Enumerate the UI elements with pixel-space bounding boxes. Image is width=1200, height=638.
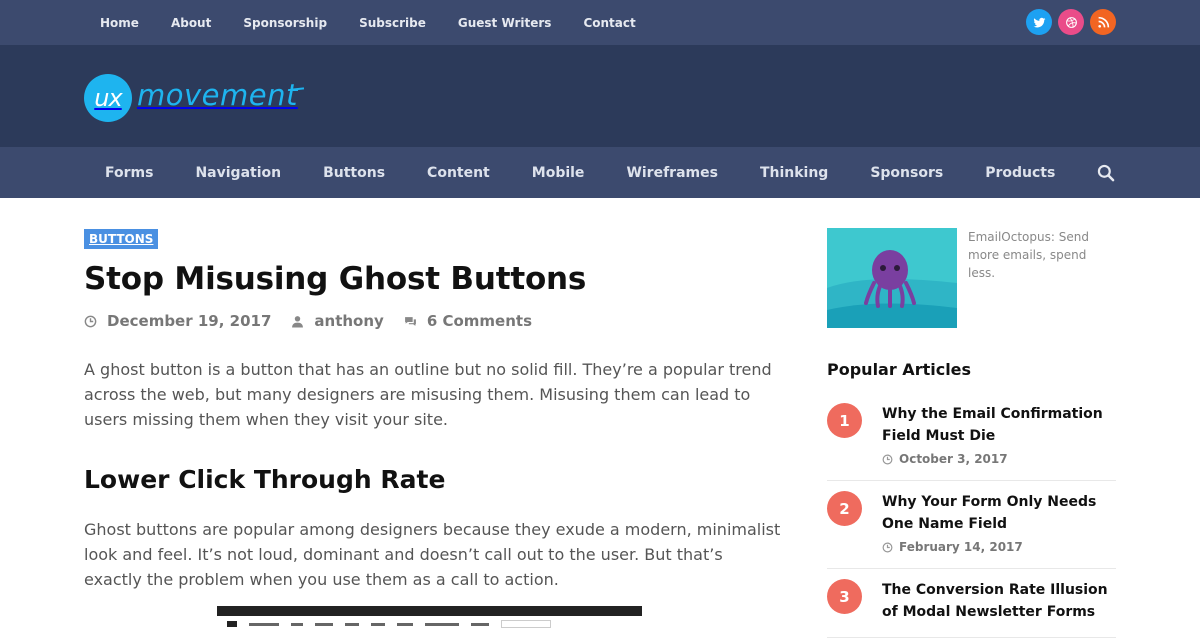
article-intro: A ghost button is a button that has an o…: [84, 360, 772, 429]
popular-article-date: February 14, 2017: [899, 540, 1023, 554]
rss-icon[interactable]: [1090, 9, 1116, 35]
utility-link-guest-writers[interactable]: Guest Writers: [442, 16, 568, 30]
popular-articles-list: 1 Why the Email Confirmation Field Must …: [827, 393, 1116, 638]
article-meta: December 19, 2017 anthony 6 Comments: [84, 312, 784, 330]
site-logo[interactable]: ux movement: [84, 74, 298, 122]
utility-link-contact[interactable]: Contact: [567, 16, 651, 30]
category-badge[interactable]: BUTTONS: [84, 229, 159, 249]
popular-item-body: Why the Email Confirmation Field Must Di…: [882, 403, 1116, 466]
nav-item-products[interactable]: Products: [964, 165, 1076, 181]
clock-icon: [84, 315, 97, 327]
nav-item-sponsors[interactable]: Sponsors: [849, 165, 964, 181]
meta-comments: 6 Comments: [404, 312, 532, 330]
meta-author: anthony: [291, 312, 384, 330]
main-nav-list: Forms Navigation Buttons Content Mobile …: [84, 147, 1076, 198]
nav-item-wireframes[interactable]: Wireframes: [605, 165, 739, 181]
article-paragraph: Ghost buttons are popular among designer…: [84, 520, 781, 589]
article-title: Stop Misusing Ghost Buttons: [84, 261, 587, 297]
popular-article-meta: October 3, 2017: [882, 452, 1116, 466]
utility-link-sponsorship[interactable]: Sponsorship: [227, 16, 343, 30]
nav-item-navigation[interactable]: Navigation: [174, 165, 302, 181]
comments-icon: [404, 316, 416, 326]
nav-item-forms[interactable]: Forms: [84, 165, 174, 181]
utility-nav: Home About Sponsorship Subscribe Guest W…: [84, 0, 652, 45]
popular-article-link[interactable]: Why Your Form Only Needs One Name Field: [882, 491, 1116, 535]
popular-article-meta: February 14, 2017: [882, 540, 1116, 554]
social-links: [1026, 9, 1116, 35]
popular-rank: 3: [827, 579, 862, 614]
list-item: 3 The Conversion Rate Illusion of Modal …: [827, 569, 1116, 638]
logo-badge: ux: [84, 74, 132, 122]
sponsor-ad[interactable]: EmailOctopus: Send more emails, spend le…: [827, 228, 1116, 328]
popular-rank: 1: [827, 403, 862, 438]
nav-item-thinking[interactable]: Thinking: [739, 165, 849, 181]
octopus-icon: [827, 250, 957, 328]
popular-rank: 2: [827, 491, 862, 526]
article-screenshot: [217, 606, 642, 636]
ad-text: EmailOctopus: Send more emails, spend le…: [968, 230, 1089, 280]
popular-articles-heading: Popular Articles: [827, 360, 972, 379]
nav-item-buttons[interactable]: Buttons: [302, 165, 406, 181]
clock-icon: [882, 542, 893, 552]
clock-icon: [882, 454, 893, 464]
utility-link-about[interactable]: About: [155, 16, 227, 30]
utility-link-subscribe[interactable]: Subscribe: [343, 16, 442, 30]
dribbble-icon[interactable]: [1058, 9, 1084, 35]
nav-item-content[interactable]: Content: [406, 165, 511, 181]
nav-item-mobile[interactable]: Mobile: [511, 165, 606, 181]
main-nav: Forms Navigation Buttons Content Mobile …: [0, 147, 1200, 198]
user-icon: [292, 315, 304, 327]
sidebar: EmailOctopus: Send more emails, spend le…: [827, 228, 1116, 638]
search-icon[interactable]: [1096, 163, 1116, 183]
popular-article-date: October 3, 2017: [899, 452, 1008, 466]
popular-item-body: The Conversion Rate Illusion of Modal Ne…: [882, 579, 1116, 623]
top-utility-bar: Home About Sponsorship Subscribe Guest W…: [0, 0, 1200, 45]
section-heading: Lower Click Through Rate: [84, 465, 446, 494]
popular-article-link[interactable]: Why the Email Confirmation Field Must Di…: [882, 403, 1116, 447]
meta-date: December 19, 2017: [84, 312, 271, 330]
utility-link-home[interactable]: Home: [84, 16, 155, 30]
popular-article-link[interactable]: The Conversion Rate Illusion of Modal Ne…: [882, 579, 1116, 623]
popular-item-body: Why Your Form Only Needs One Name Field …: [882, 491, 1116, 554]
list-item: 2 Why Your Form Only Needs One Name Fiel…: [827, 481, 1116, 569]
article-author[interactable]: anthony: [314, 312, 383, 330]
site-header: ux movement: [0, 45, 1200, 147]
article-comments-link[interactable]: 6 Comments: [427, 312, 532, 330]
twitter-icon[interactable]: [1026, 9, 1052, 35]
article: BUTTONS Stop Misusing Ghost Buttons Dece…: [84, 228, 784, 636]
logo-text: movement: [137, 78, 298, 112]
ad-image: [827, 228, 957, 328]
article-date: December 19, 2017: [107, 312, 272, 330]
list-item: 1 Why the Email Confirmation Field Must …: [827, 393, 1116, 481]
